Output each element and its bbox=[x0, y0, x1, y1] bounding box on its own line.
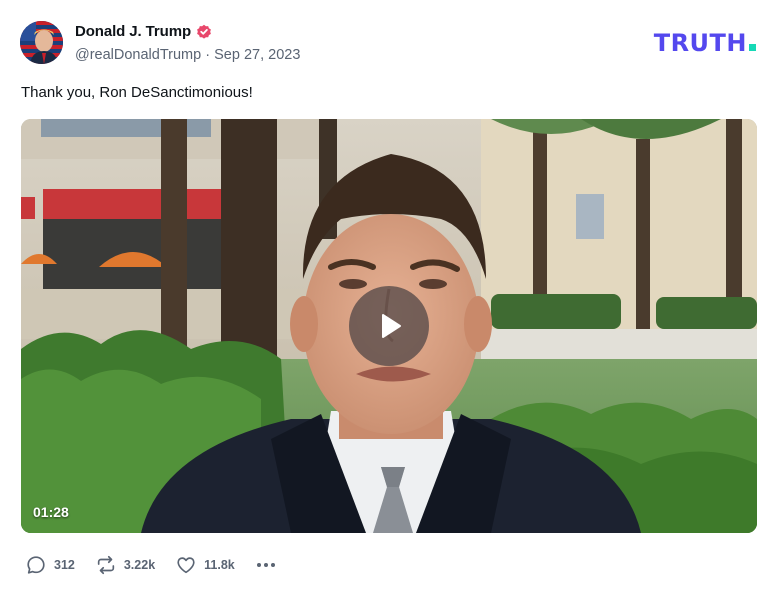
retruth-icon bbox=[97, 555, 115, 575]
like-count: 11.8k bbox=[204, 558, 235, 572]
play-icon bbox=[382, 314, 401, 338]
video-play-button[interactable] bbox=[349, 286, 429, 366]
author-name-row: Donald J. Trump bbox=[75, 23, 212, 40]
verified-badge-icon bbox=[196, 24, 212, 40]
like-button[interactable]: 11.8k bbox=[175, 554, 235, 576]
avatar-image bbox=[20, 21, 63, 64]
logo-text: TRUTH bbox=[653, 29, 747, 57]
reply-icon bbox=[27, 556, 45, 574]
author-handle[interactable]: @realDonaldTrump bbox=[75, 47, 201, 63]
more-horizontal-icon bbox=[256, 563, 275, 567]
meta-separator: · bbox=[205, 47, 211, 63]
truth-social-logo[interactable]: TRUTH bbox=[654, 29, 756, 57]
video-duration: 01:28 bbox=[33, 504, 69, 520]
video-player[interactable]: 01:28 bbox=[21, 119, 757, 533]
post-date[interactable]: Sep 27, 2023 bbox=[214, 47, 300, 63]
retruth-count: 3.22k bbox=[123, 558, 156, 572]
post-actions: 312 3.22k 11.8k bbox=[25, 553, 277, 577]
author-avatar[interactable] bbox=[20, 21, 63, 64]
post-header: Donald J. Trump @realDonaldTrump · Sep 2… bbox=[20, 20, 758, 66]
reply-count: 312 bbox=[54, 558, 75, 572]
more-options-button[interactable] bbox=[255, 554, 277, 576]
truth-post: Donald J. Trump @realDonaldTrump · Sep 2… bbox=[0, 0, 778, 596]
post-meta: @realDonaldTrump · Sep 27, 2023 bbox=[75, 47, 300, 63]
author-display-name[interactable]: Donald J. Trump bbox=[75, 23, 191, 40]
retruth-button[interactable]: 3.22k bbox=[95, 554, 155, 576]
heart-icon bbox=[177, 557, 195, 574]
post-body-text: Thank you, Ron DeSanctimonious! bbox=[21, 84, 253, 101]
logo-dot bbox=[749, 44, 756, 51]
reply-button[interactable]: 312 bbox=[25, 554, 75, 576]
